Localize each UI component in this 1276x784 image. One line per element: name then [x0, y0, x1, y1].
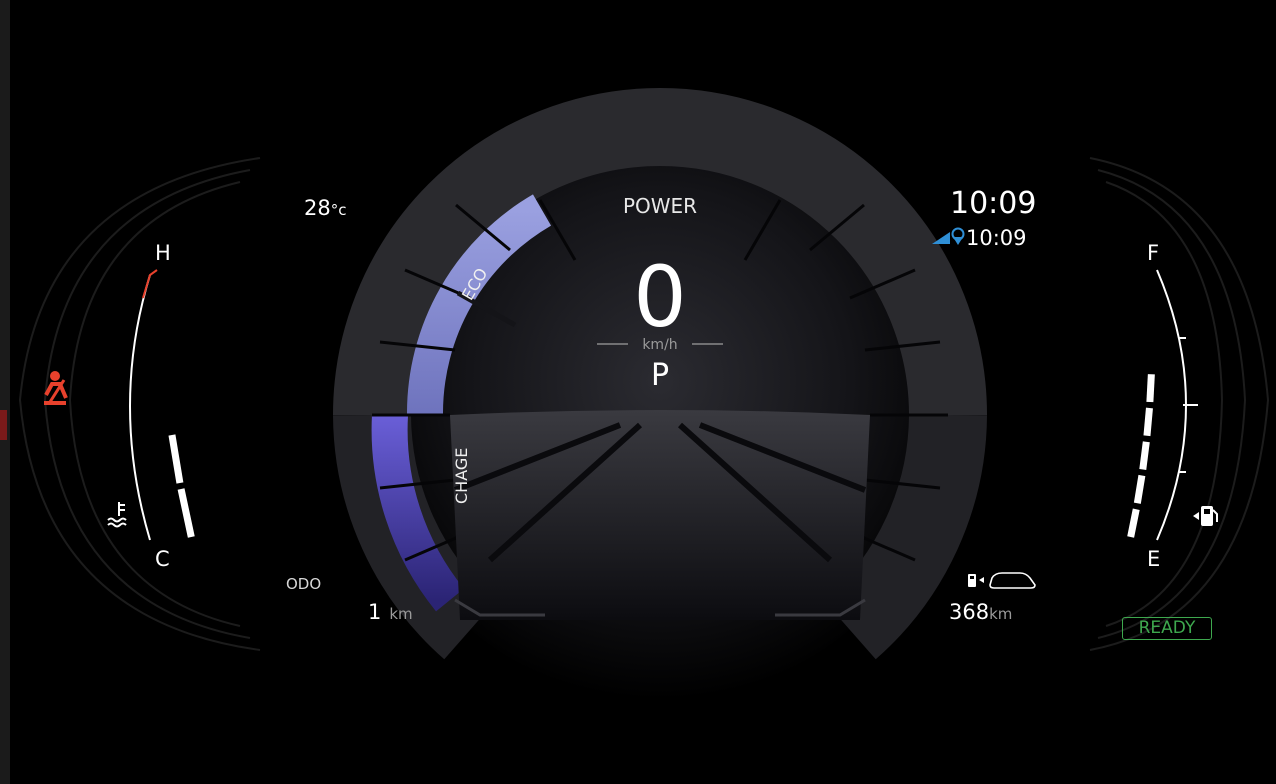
odometer-unit: km — [389, 605, 413, 623]
charge-zone-label: CHAGE — [452, 447, 471, 504]
odometer-label: ODO — [286, 575, 322, 593]
left-edge-accent — [0, 410, 7, 440]
road-perspective-floor — [450, 410, 870, 620]
speed-value: 0 — [633, 248, 687, 346]
fuel-level-bar — [1146, 374, 1155, 403]
fuel-level-bar — [1127, 508, 1140, 538]
coolant-cold-label: C — [155, 547, 170, 571]
fuel-level-bar — [1151, 307, 1152, 335]
range-value: 368 — [949, 600, 990, 624]
clock: 10:09 — [950, 186, 1037, 221]
coolant-level-bar — [177, 488, 195, 538]
range-unit: km — [989, 605, 1013, 623]
range-car-icon — [989, 572, 1036, 589]
fuel-level-bar — [1133, 474, 1146, 504]
range-readout: 368km — [949, 600, 1012, 624]
speed-unit: km/h — [642, 337, 678, 353]
coolant-hot-label: H — [155, 241, 171, 265]
fuel-full-label: F — [1147, 241, 1160, 265]
navigation-arrival-time: 10:09 — [966, 226, 1027, 250]
left-edge-strip — [0, 0, 10, 784]
coolant-level-bar — [165, 381, 171, 429]
instrument-cluster: 28°c H C ODO 1 km POWER ECO CHAGE 0 km/h … — [0, 0, 1276, 784]
coolant-level-bar — [161, 327, 164, 375]
gear-indicator: P — [650, 358, 670, 393]
right-decorative-arcs — [1089, 157, 1270, 651]
fuel-empty-label: E — [1147, 547, 1161, 571]
fuel-level-bar — [1150, 273, 1152, 301]
fuel-level-bars — [1127, 273, 1155, 538]
fuel-gauge-scale — [1156, 269, 1187, 541]
coolant-level-bar — [160, 273, 161, 321]
odometer-readout: 1 km — [368, 600, 413, 624]
power-zone-label: POWER — [622, 194, 698, 218]
outside-temperature-unit: °c — [330, 201, 347, 219]
fuel-level-bar — [1139, 441, 1150, 470]
fuel-pump-icon — [1193, 506, 1218, 526]
coolant-gauge-scale — [129, 274, 151, 541]
outside-temperature-value: 28 — [304, 196, 331, 220]
odometer-value: 1 — [368, 600, 382, 624]
fuel-level-bar — [1143, 407, 1153, 437]
coolant-temperature-icon — [107, 502, 127, 528]
range-fuel-icon — [968, 574, 984, 587]
coolant-gauge-hot-zone — [142, 269, 158, 299]
outside-temperature: 28°c — [304, 196, 346, 220]
navigation-pin-icon — [932, 227, 965, 245]
coolant-level-bars — [160, 273, 195, 538]
coolant-level-bar — [168, 434, 184, 484]
ready-status-badge: READY — [1122, 617, 1212, 640]
